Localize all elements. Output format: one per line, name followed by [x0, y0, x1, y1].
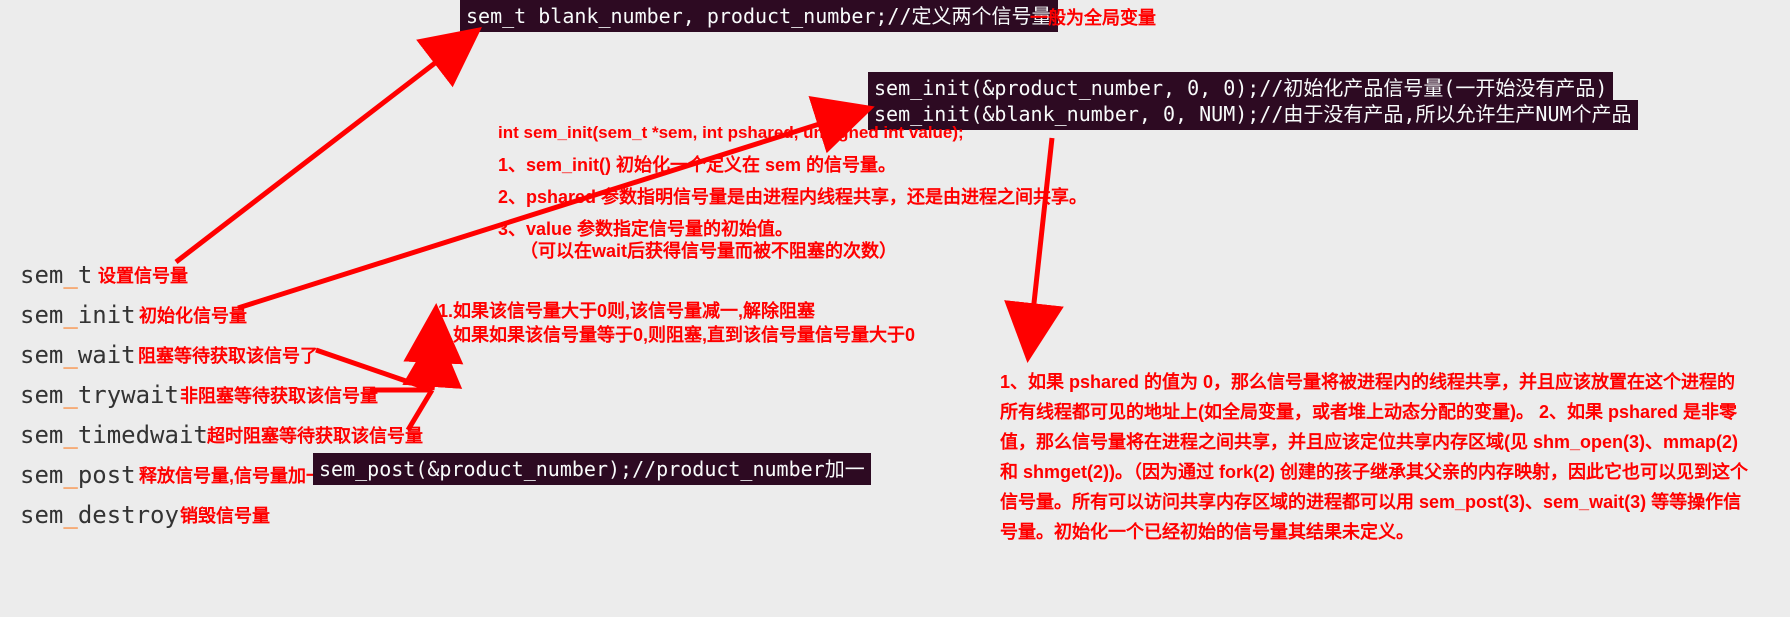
- desc-sem-destroy: 销毁信号量: [180, 502, 270, 528]
- api-sem-timedwait: sem_timedwait: [20, 415, 208, 455]
- code-sem-post: sem_post(&product_number);//product_numb…: [313, 453, 871, 485]
- api-sem-destroy: sem_destroy: [20, 495, 179, 535]
- note-global-var: 一般为全局变量: [1030, 5, 1156, 31]
- desc-sem-t: 设置信号量: [98, 262, 188, 288]
- wait-rule-1: 1.如果该信号量大于0则,该信号量减一,解除阻塞: [438, 298, 815, 324]
- api-name: sem: [20, 261, 63, 289]
- wait-rule-2: 2.如果如果该信号量等于0,则阻塞,直到该信号量信号量大于0: [438, 322, 915, 348]
- api-sem-init: sem_init: [20, 295, 136, 335]
- api-sem-t: sem_t: [20, 255, 92, 295]
- proto-note-2: 2、pshared 参数指明信号量是由进程内线程共享，还是由进程之间共享。: [498, 184, 1087, 210]
- desc-sem-timedwait: 超时阻塞等待获取该信号量: [207, 422, 423, 448]
- api-sem-trywait: sem_trywait: [20, 375, 179, 415]
- api-sem-post: sem_post: [20, 455, 136, 495]
- pshared-explanation: 1、如果 pshared 的值为 0，那么信号量将被进程内的线程共享，并且应该放…: [1000, 367, 1750, 547]
- desc-sem-trywait: 非阻塞等待获取该信号量: [180, 382, 378, 408]
- desc-sem-wait: 阻塞等待获取该信号了: [138, 342, 318, 368]
- proto-note-3b: （可以在wait后获得信号量而被不阻塞的次数）: [520, 238, 897, 264]
- code-sem-init-2: sem_init(&blank_number, 0, NUM);//由于没有产品…: [868, 100, 1638, 130]
- desc-sem-post: 释放信号量,信号量加一: [139, 462, 324, 488]
- proto-note-1: 1、sem_init() 初始化一个定义在 sem 的信号量。: [498, 152, 896, 178]
- api-sem-wait: sem_wait: [20, 335, 136, 375]
- desc-sem-init: 初始化信号量: [139, 302, 247, 328]
- code-sem-t-decl: sem_t blank_number, product_number;//定义两…: [460, 0, 1058, 32]
- proto-sem-init: int sem_init(sem_t *sem, int pshared, un…: [498, 120, 964, 146]
